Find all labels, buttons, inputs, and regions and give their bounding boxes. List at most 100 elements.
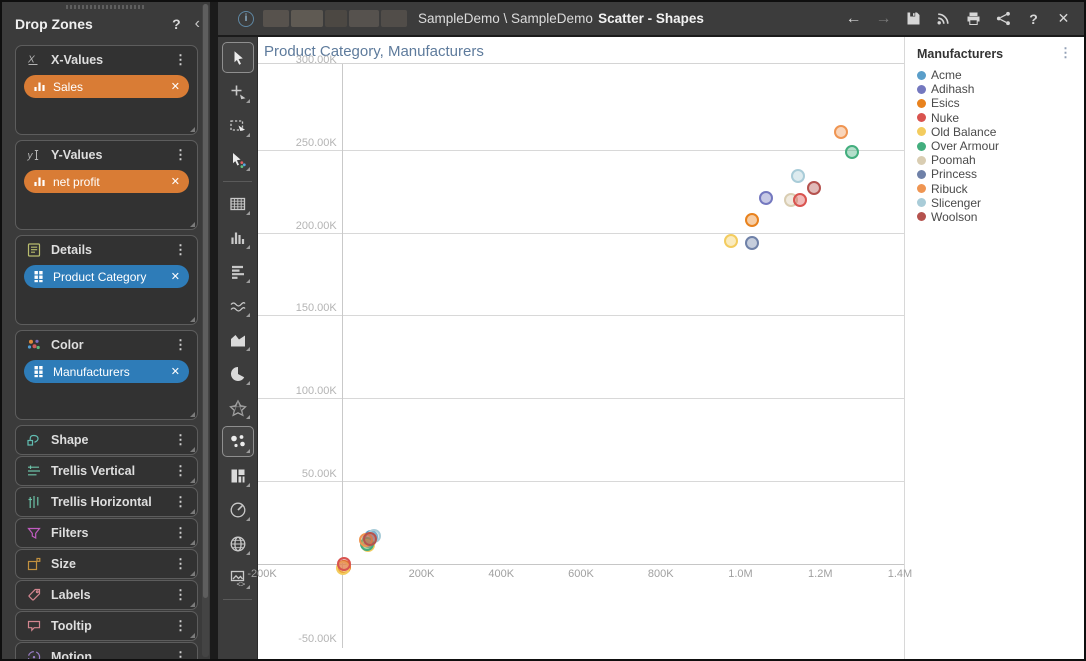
y-tick-label: 100.00K	[295, 385, 337, 398]
field-pill-product-category[interactable]: Product Category ✕	[24, 265, 189, 288]
zone-menu-icon[interactable]: ⋮	[170, 147, 191, 163]
share-icon[interactable]	[995, 10, 1012, 27]
tool-marquee-select-icon[interactable]	[222, 110, 254, 141]
drop-zone-size[interactable]: Size ⋮	[15, 549, 198, 579]
forward-icon[interactable]: →	[875, 10, 892, 28]
sidebar-scrollbar[interactable]	[202, 4, 209, 657]
zone-menu-icon[interactable]: ⋮	[170, 242, 191, 258]
legend-item-princess[interactable]: Princess	[917, 167, 1078, 181]
tool-pie-chart-icon[interactable]	[222, 358, 254, 389]
tool-pointer-icon[interactable]	[221, 42, 254, 73]
data-point-slicenger[interactable]	[790, 169, 805, 184]
data-point-over-armour[interactable]	[844, 144, 859, 159]
field-pill-sales[interactable]: Sales ✕	[24, 75, 189, 98]
x-tick-label: 1.4M	[887, 567, 913, 580]
info-icon[interactable]: i	[238, 10, 254, 27]
tool-highlight-pointer-icon[interactable]	[222, 144, 254, 175]
tool-map-icon[interactable]	[222, 528, 254, 559]
back-icon[interactable]: ←	[845, 10, 862, 28]
gridline	[258, 563, 904, 565]
drop-zone-color[interactable]: Color ⋮ Manufacturers ✕	[15, 330, 198, 420]
tool-add-icon[interactable]	[222, 76, 254, 107]
close-icon[interactable]: ✕	[1055, 10, 1072, 27]
zone-label: Trellis Horizontal	[51, 495, 152, 509]
gridline	[258, 232, 904, 234]
data-point-old-balance[interactable]	[724, 234, 739, 248]
drop-zone-y-values[interactable]: y Y-Values ⋮ net profit ✕	[15, 140, 198, 230]
tool-scatter-chart-icon[interactable]	[221, 426, 254, 457]
tooltip-icon	[25, 617, 43, 635]
drop-zone-trellis-horizontal[interactable]: Trellis Horizontal ⋮	[15, 487, 198, 517]
legend-item-old-balance[interactable]: Old Balance	[917, 125, 1078, 139]
field-pill-net-profit[interactable]: net profit ✕	[24, 170, 189, 193]
zone-menu-icon[interactable]: ⋮	[170, 587, 191, 603]
tool-line-chart-icon[interactable]	[222, 290, 254, 321]
remove-field-icon[interactable]: ✕	[167, 175, 180, 188]
zone-menu-icon[interactable]: ⋮	[170, 649, 191, 659]
drop-zone-x-values[interactable]: X X-Values ⋮ Sales ✕	[15, 45, 198, 135]
help-icon[interactable]: ?	[172, 16, 181, 32]
tool-gauge-icon[interactable]	[222, 494, 254, 525]
zone-menu-icon[interactable]: ⋮	[170, 556, 191, 572]
legend-label: Slicenger	[931, 195, 982, 210]
remove-field-icon[interactable]: ✕	[167, 270, 180, 283]
y-tick-label: 50.00K	[301, 467, 337, 480]
zone-menu-icon[interactable]: ⋮	[170, 432, 191, 448]
data-point-ribuck[interactable]	[834, 124, 849, 139]
drop-zone-shape[interactable]: Shape ⋮	[15, 425, 198, 455]
tool-radar-chart-icon[interactable]	[222, 392, 254, 423]
save-icon[interactable]	[905, 10, 922, 27]
tool-column-chart-icon[interactable]	[222, 222, 254, 253]
zone-menu-icon[interactable]: ⋮	[170, 525, 191, 541]
scatter-plot[interactable]: 300.00K 250.00K 200.00K 150.00K 100.00K 50.00…	[247, 54, 912, 648]
y-tick-label: 150.00K	[295, 302, 337, 315]
data-point-woolson[interactable]	[363, 531, 378, 546]
remove-field-icon[interactable]: ✕	[167, 365, 180, 378]
chart-area: Product Category, Manufacturers 300.00K 2…	[247, 37, 912, 659]
data-point-nuke[interactable]	[792, 192, 807, 207]
tool-treemap-icon[interactable]	[222, 460, 254, 491]
zone-label: X-Values	[51, 53, 104, 67]
legend-item-ribuck[interactable]: Ribuck	[917, 182, 1078, 196]
remove-field-icon[interactable]: ✕	[167, 80, 180, 93]
zone-menu-icon[interactable]: ⋮	[170, 618, 191, 634]
live-data-icon[interactable]	[935, 10, 952, 27]
data-point-nuke[interactable]	[336, 556, 351, 571]
drop-zone-labels[interactable]: Labels ⋮	[15, 580, 198, 610]
field-pill-manufacturers[interactable]: Manufacturers ✕	[24, 360, 189, 383]
drop-zone-trellis-vertical[interactable]: Trellis Vertical ⋮	[15, 456, 198, 486]
help-icon[interactable]: ?	[1025, 11, 1042, 27]
drop-zone-filters[interactable]: Filters ⋮	[15, 518, 198, 548]
drop-zone-details[interactable]: Details ⋮ Product Category ✕	[15, 235, 198, 325]
legend-menu-icon[interactable]: ⋮	[1053, 45, 1078, 61]
zone-menu-icon[interactable]: ⋮	[170, 52, 191, 68]
scrollbar-thumb[interactable]	[203, 4, 208, 599]
collapse-panel-icon[interactable]: ‹	[195, 15, 200, 33]
legend-item-slicenger[interactable]: Slicenger	[917, 196, 1078, 210]
tool-bar-chart-icon[interactable]	[222, 256, 254, 287]
legend-item-nuke[interactable]: Nuke	[917, 111, 1078, 125]
drop-zone-tooltip[interactable]: Tooltip ⋮	[15, 611, 198, 641]
data-point-adihash[interactable]	[758, 191, 773, 206]
legend-item-over-armour[interactable]: Over Armour	[917, 139, 1078, 153]
tool-table-icon[interactable]	[222, 188, 254, 219]
print-icon[interactable]	[965, 10, 982, 27]
data-point-esics[interactable]	[745, 212, 760, 227]
legend-item-acme[interactable]: Acme	[917, 68, 1078, 82]
zone-menu-icon[interactable]: ⋮	[170, 337, 191, 353]
data-point-woolson[interactable]	[807, 181, 822, 196]
legend-item-adihash[interactable]: Adihash	[917, 82, 1078, 96]
panel-drag-handle[interactable]	[66, 5, 146, 9]
y-tick-label: -50.00K	[298, 633, 337, 646]
zone-menu-icon[interactable]: ⋮	[170, 494, 191, 510]
measure-field-icon	[33, 80, 46, 93]
drop-zone-motion[interactable]: Motion ⋮	[15, 642, 198, 659]
legend-item-woolson[interactable]: Woolson	[917, 210, 1078, 224]
legend-item-esics[interactable]: Esics	[917, 96, 1078, 110]
legend-item-poomah[interactable]: Poomah	[917, 153, 1078, 167]
tool-area-chart-icon[interactable]	[222, 324, 254, 355]
svg-text:X: X	[27, 55, 35, 66]
zone-menu-icon[interactable]: ⋮	[170, 463, 191, 479]
data-point-princess[interactable]	[744, 235, 759, 250]
legend-swatch	[917, 70, 926, 80]
